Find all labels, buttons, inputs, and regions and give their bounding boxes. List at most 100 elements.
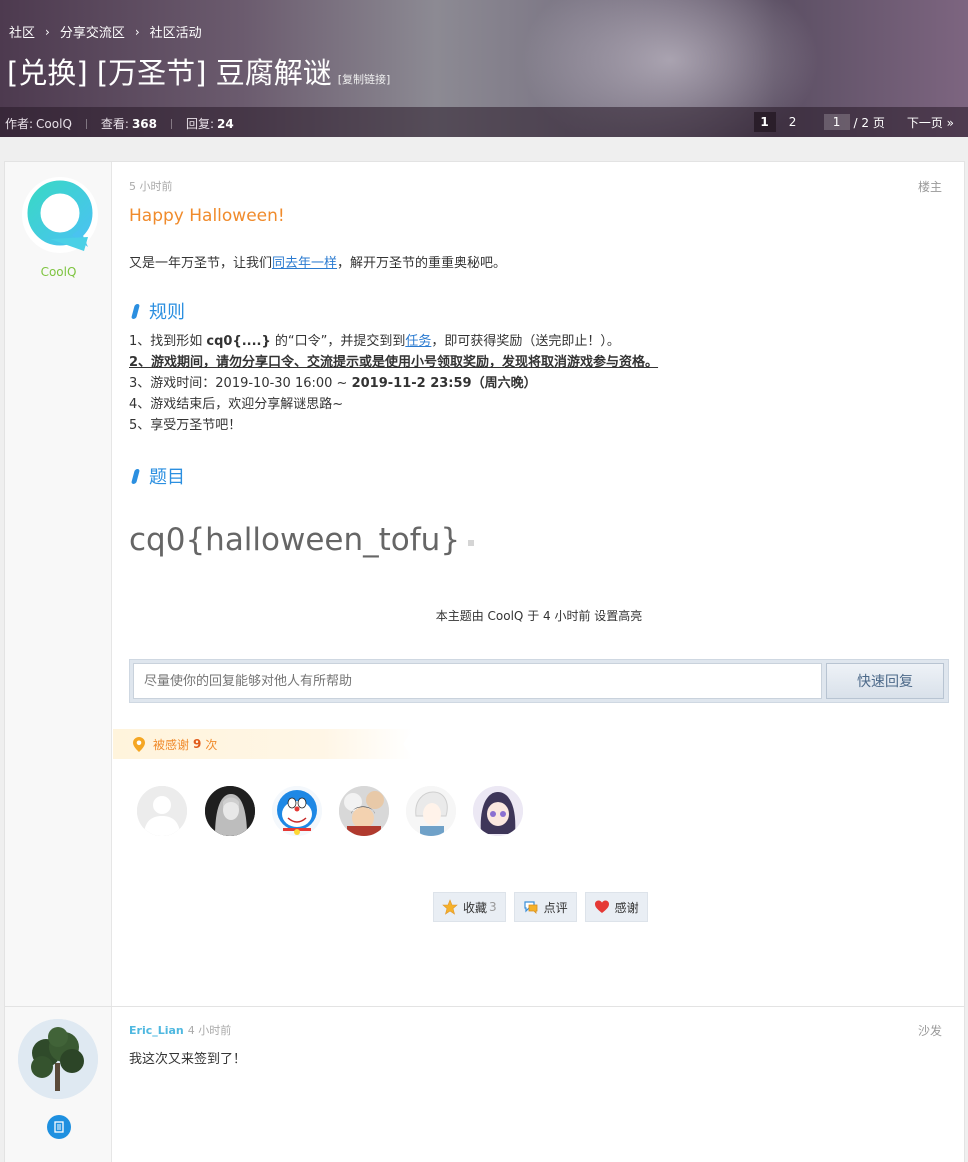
- thanks-banner: 被感谢 9 次: [113, 729, 413, 759]
- intro-text: 又是一年万圣节，让我们同去年一样，解开万圣节的重重奥秘吧。: [129, 252, 506, 271]
- rule-item: 3、游戏时间：2019-10-30 16:00 ~ 2019-11-2 23:5…: [129, 373, 658, 394]
- section-rules-label: 规则: [149, 302, 185, 323]
- flag-text: cq0{halloween_tofu}: [129, 522, 475, 558]
- white-hair-boy-avatar-icon: [406, 786, 456, 836]
- section-rules-heading: 规则: [130, 298, 185, 324]
- favorite-button[interactable]: 收藏 3: [433, 892, 506, 922]
- floor-label[interactable]: 楼主: [918, 178, 942, 195]
- section-question-heading: 题目: [130, 463, 185, 489]
- thread-header: 社区 › 分享交流区 › 社区活动 [兑换] [万圣节] 豆腐解谜 [复制链接]…: [0, 0, 968, 137]
- location-pin-icon: [133, 736, 145, 752]
- post-author-sidebar: CoolQ: [5, 162, 112, 1006]
- views-label: 查看:: [100, 117, 129, 131]
- replies-count: 24: [217, 116, 234, 131]
- quick-reply-button[interactable]: 快速回复: [826, 663, 944, 699]
- flag-value: cq0{halloween_tofu}: [129, 522, 461, 558]
- rule3-text: 3、游戏时间：2019-10-30 16:00 ~: [129, 376, 352, 391]
- copy-link-button[interactable]: [复制链接]: [338, 71, 391, 87]
- section-marker-icon: [130, 468, 141, 484]
- post-actions: 收藏 3 点评 感谢: [433, 892, 656, 922]
- next-page-link[interactable]: 下一页 »: [907, 114, 954, 131]
- rule-item: 4、游戏结束后，欢迎分享解谜思路~: [129, 397, 344, 412]
- rule1-text: ，即可获得奖励（送完即止！）。: [431, 334, 620, 349]
- comment-label: 点评: [543, 900, 568, 915]
- divider: [171, 118, 172, 129]
- thread-meta: 作者: CoolQ 查看: 368 回复: 24: [5, 115, 234, 132]
- replies-label: 回复:: [186, 117, 215, 131]
- section-marker-icon: [130, 303, 141, 319]
- last-year-link[interactable]: 同去年一样: [272, 256, 337, 271]
- tree-avatar-icon: [18, 1019, 98, 1099]
- pagination: 1 2 1 / 2 页 下一页 »: [753, 112, 968, 132]
- avatar[interactable]: [137, 786, 187, 836]
- thread-title: [兑换] [万圣节] 豆腐解谜: [7, 56, 332, 90]
- views-count: 368: [131, 116, 157, 131]
- breadcrumb-item-activity[interactable]: 社区活动: [150, 22, 202, 41]
- favorite-label: 收藏: [463, 900, 488, 915]
- purple-hair-girl-avatar-icon: [473, 786, 523, 836]
- breadcrumb-item-community[interactable]: 社区: [9, 22, 35, 41]
- star-icon: [442, 899, 458, 915]
- rule1-text: 1、找到形如: [129, 334, 207, 349]
- quick-reply-box: 快速回复: [129, 659, 949, 703]
- square-icon: [468, 540, 475, 546]
- page-2-link[interactable]: 2: [782, 112, 804, 132]
- divider: [85, 118, 87, 129]
- author-name[interactable]: CoolQ: [5, 265, 112, 279]
- favorite-count: 3: [489, 900, 497, 914]
- breadcrumb: 社区 › 分享交流区 › 社区活动: [9, 22, 202, 42]
- avatar[interactable]: [272, 786, 322, 836]
- rule3-deadline: 2019-11-2 23:59（周六晚）: [351, 376, 537, 391]
- intro-before: 又是一年万圣节，让我们: [129, 256, 273, 271]
- intro-after: ，解开万圣节的重重奥秘吧。: [337, 256, 507, 271]
- speech-bubble-icon: [524, 901, 538, 914]
- thanks-unit: 次: [205, 737, 218, 752]
- anime-girl-avatar-icon: [205, 786, 255, 836]
- breadcrumb-item-share[interactable]: 分享交流区: [60, 22, 125, 41]
- greeting-heading: Happy Halloween!: [129, 206, 285, 226]
- thread-title-row: [兑换] [万圣节] 豆腐解谜 [复制链接]: [7, 50, 390, 92]
- thanks-count: 9: [193, 737, 202, 751]
- rule1-code: cq0{....}: [206, 334, 271, 349]
- thank-label: 感谢: [614, 900, 639, 915]
- post-meta: Eric_Lian 4 小时前: [129, 1022, 231, 1038]
- avatar[interactable]: [406, 786, 456, 836]
- post-author-sidebar: [5, 1007, 112, 1162]
- avatar[interactable]: [205, 786, 255, 836]
- post-first: CoolQ 5 小时前 楼主 Happy Halloween! 又是一年万圣节，…: [4, 161, 965, 1007]
- post-content: 我这次又来签到了！: [129, 1052, 247, 1067]
- heart-icon: [594, 900, 609, 913]
- author-name[interactable]: Eric_Lian: [129, 1024, 184, 1037]
- avatar[interactable]: [18, 1019, 98, 1099]
- anime-boys-avatar-icon: [339, 786, 389, 836]
- task-link[interactable]: 任务: [405, 334, 431, 349]
- author-label: 作者:: [5, 117, 34, 131]
- floor-label[interactable]: 沙发: [918, 1022, 942, 1039]
- thanks-label: 被感谢: [153, 737, 190, 752]
- comment-button[interactable]: 点评: [513, 892, 577, 922]
- quick-reply-input[interactable]: [133, 663, 822, 699]
- thread-meta-bar: 作者: CoolQ 查看: 368 回复: 24 1 2 1 / 2 页 下一页…: [0, 107, 968, 137]
- chevron-right-icon: ›: [134, 24, 140, 39]
- rule-item: 5、享受万圣节吧！: [129, 418, 242, 433]
- avatar[interactable]: [339, 786, 389, 836]
- author-link[interactable]: CoolQ: [36, 117, 72, 131]
- chevron-right-icon: ›: [45, 24, 50, 39]
- avatar[interactable]: [22, 177, 98, 253]
- avatar[interactable]: [473, 786, 523, 836]
- thank-button[interactable]: 感谢: [584, 892, 648, 922]
- banner-notch: [403, 729, 413, 759]
- rules-list: 1、找到形如 cq0{....} 的“口令”，并提交到到任务，即可获得奖励（送完…: [129, 331, 658, 436]
- page-jump-input[interactable]: 1: [823, 114, 850, 130]
- post-time: 5 小时前: [129, 180, 173, 193]
- rule-item: 2、游戏期间，请勿分享口令、交流提示或是使用小号领取奖励，发现将取消游戏参与资格…: [129, 355, 659, 370]
- rule1-text: 的“口令”，并提交到到: [270, 334, 406, 349]
- page-1-link[interactable]: 1: [753, 112, 776, 132]
- user-badge[interactable]: [47, 1115, 71, 1139]
- default-user-icon: [137, 786, 187, 836]
- section-question-label: 题目: [149, 467, 185, 488]
- post-reply: Eric_Lian 4 小时前 沙发 我这次又来签到了！: [4, 1006, 965, 1162]
- post-time: 4 小时前: [187, 1024, 232, 1037]
- rule-item: 1、找到形如 cq0{....} 的“口令”，并提交到到任务，即可获得奖励（送完…: [129, 331, 658, 352]
- coolq-logo-icon: [27, 180, 93, 251]
